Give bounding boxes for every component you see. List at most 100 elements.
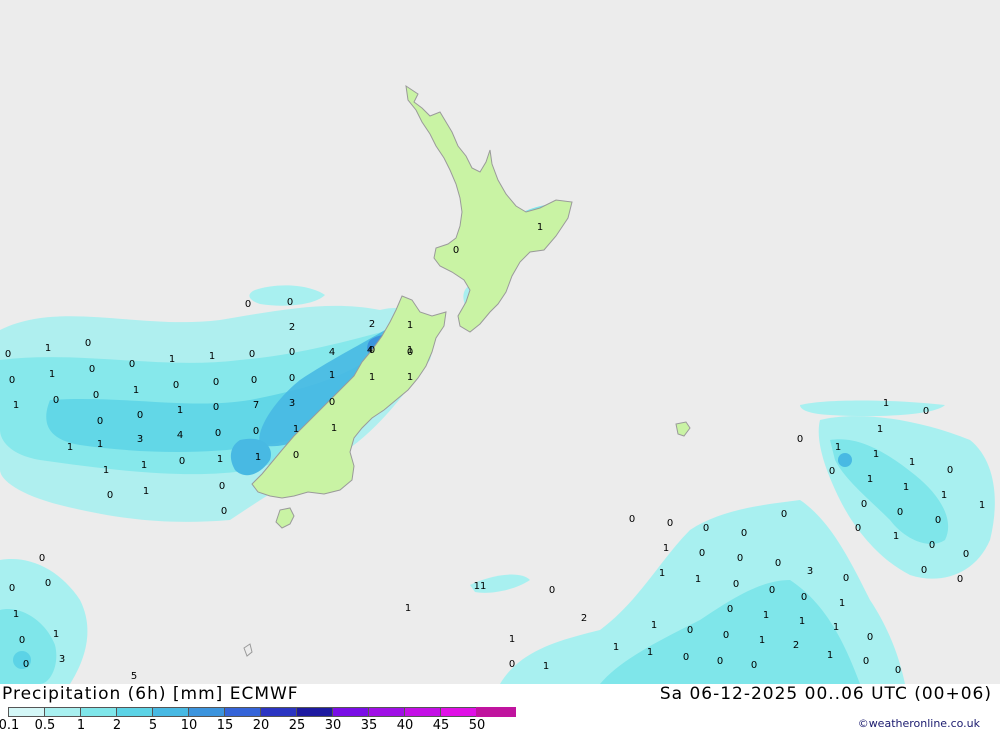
credit-link[interactable]: ©weatheronline.co.uk <box>858 717 980 730</box>
precip-value-label: 1 <box>759 635 765 646</box>
precip-value-label: 1 <box>103 465 109 476</box>
precip-value-label: 0 <box>97 416 103 427</box>
legend-swatches <box>8 707 516 717</box>
precip-value-label: 0 <box>775 558 781 569</box>
precip-value-label: 0 <box>253 426 259 437</box>
legend-tick: 30 <box>324 718 342 733</box>
precip-value-label: 1 <box>45 343 51 354</box>
precip-value-label: 0 <box>769 585 775 596</box>
legend-swatch <box>188 707 224 717</box>
legend-swatch <box>80 707 116 717</box>
precip-value-label: 1 <box>49 369 55 380</box>
precip-value-label: 1 <box>133 385 139 396</box>
precip-value-label: 0 <box>923 406 929 417</box>
precip-value-label: 0 <box>957 574 963 585</box>
precip-value-label: 1 <box>169 354 175 365</box>
precip-value-label: 1 <box>255 452 261 463</box>
legend-tick: 40 <box>396 718 414 733</box>
precip-value-label: 1 <box>647 647 653 658</box>
precip-value-label: 1 <box>331 423 337 434</box>
legend-tick: 0.1 <box>0 718 20 733</box>
precip-value-label: 0 <box>733 579 739 590</box>
precip-value-label: 4 <box>367 345 373 356</box>
precip-value-label: 1 <box>537 222 543 233</box>
precip-value-label: 2 <box>289 322 295 333</box>
precip-value-label: 1 <box>867 474 873 485</box>
precip-value-label: 0 <box>129 359 135 370</box>
precip-value-label: 0 <box>737 553 743 564</box>
precip-value-label: 0 <box>855 523 861 534</box>
map-canvas: 01 001 0 0 1 1 0 01 0 0 1 0 0 0 0 101241 100 1 0 7 3 0211 1 3 4 0… <box>0 84 995 684</box>
auckland-islands <box>243 643 253 657</box>
stewart-island <box>275 507 295 529</box>
north-island <box>405 84 573 333</box>
precip-value-label: 1 <box>67 442 73 453</box>
precip-value-label: 0 <box>683 652 689 663</box>
precip-value-label: 1 <box>543 661 549 672</box>
precip-value-label: 2 <box>793 640 799 651</box>
precip-value-label: 0 <box>45 578 51 589</box>
precip-value-label: 0 <box>23 659 29 670</box>
map-title: Precipitation (6h) [mm] ECMWF <box>2 684 299 704</box>
precip-value-label: 1 <box>293 424 299 435</box>
precip-value-label: 0 <box>929 540 935 551</box>
precip-value-label: 1 <box>659 568 665 579</box>
legend-tick: 1 <box>76 718 86 733</box>
precip-value-label: 7 <box>253 400 259 411</box>
precip-value-label: 1 <box>613 642 619 653</box>
color-legend: 0.1 0.5 1 2 5 10 15 20 25 30 35 40 45 50 <box>0 707 520 733</box>
legend-swatch <box>44 707 80 717</box>
legend-tick: 5 <box>148 718 158 733</box>
precip-value-label: 0 <box>781 509 787 520</box>
legend-swatch <box>116 707 152 717</box>
precip-value-label: 0 <box>509 659 515 670</box>
precip-value-label: 1 <box>97 439 103 450</box>
legend-swatch <box>224 707 260 717</box>
precip-value-label: 1 <box>877 424 883 435</box>
precip-value-label: 0 <box>741 528 747 539</box>
precip-value-label: 1 <box>329 370 335 381</box>
precip-value-label: 1 <box>141 460 147 471</box>
precip-value-label: 1 <box>893 531 899 542</box>
precip-value-label: 0 <box>801 592 807 603</box>
precip-value-label: 0 <box>39 553 45 564</box>
precip-value-label: 0 <box>9 583 15 594</box>
precip-value-label: 11 <box>474 581 487 592</box>
precip-value-label: 0 <box>947 465 953 476</box>
precip-value-label: 0 <box>287 297 293 308</box>
precip-value-label: 0 <box>751 660 757 671</box>
precipitation-map: 0100100110010010000101241100107302111340… <box>0 0 1000 684</box>
precip-value-label: 0 <box>687 625 693 636</box>
precip-value-label: 0 <box>895 665 901 676</box>
precip-value-label: 1 <box>13 400 19 411</box>
precip-value-label: 3 <box>59 654 65 665</box>
legend-tick: 10 <box>180 718 198 733</box>
precip-value-label: 2 <box>581 613 587 624</box>
precip-value-label: 0 <box>213 377 219 388</box>
precip-value-label: 0 <box>137 410 143 421</box>
precip-value-label: 1 <box>217 454 223 465</box>
legend-tick: 2 <box>112 718 122 733</box>
precip-value-label: 1 <box>407 372 413 383</box>
footer-bar: Precipitation (6h) [mm] ECMWF Sa 06-12-2… <box>0 684 1000 733</box>
legend-tick: 50 <box>468 718 486 733</box>
precip-value-label: 0 <box>699 548 705 559</box>
precip-value-label: 0 <box>179 456 185 467</box>
precip-value-label: 1 <box>883 398 889 409</box>
precip-value-label: 0 <box>19 635 25 646</box>
precip-value-label: 1 <box>651 620 657 631</box>
precip-value-label: 0 <box>173 380 179 391</box>
precip-value-label: 0 <box>251 375 257 386</box>
precip-value-label: 0 <box>213 402 219 413</box>
precip-value-label: 4 <box>329 347 335 358</box>
precip-value-label: 0 <box>843 573 849 584</box>
precip-value-label: 0 <box>245 299 251 310</box>
precip-value-label: 0 <box>85 338 91 349</box>
legend-swatch <box>332 707 368 717</box>
precip-value-label: 4 <box>177 430 183 441</box>
precip-east-cell <box>838 453 852 467</box>
precip-value-label: 0 <box>727 604 733 615</box>
precip-value-label: 1 <box>909 457 915 468</box>
precip-value-label: 0 <box>107 490 113 501</box>
precip-value-label: 0 <box>329 397 335 408</box>
